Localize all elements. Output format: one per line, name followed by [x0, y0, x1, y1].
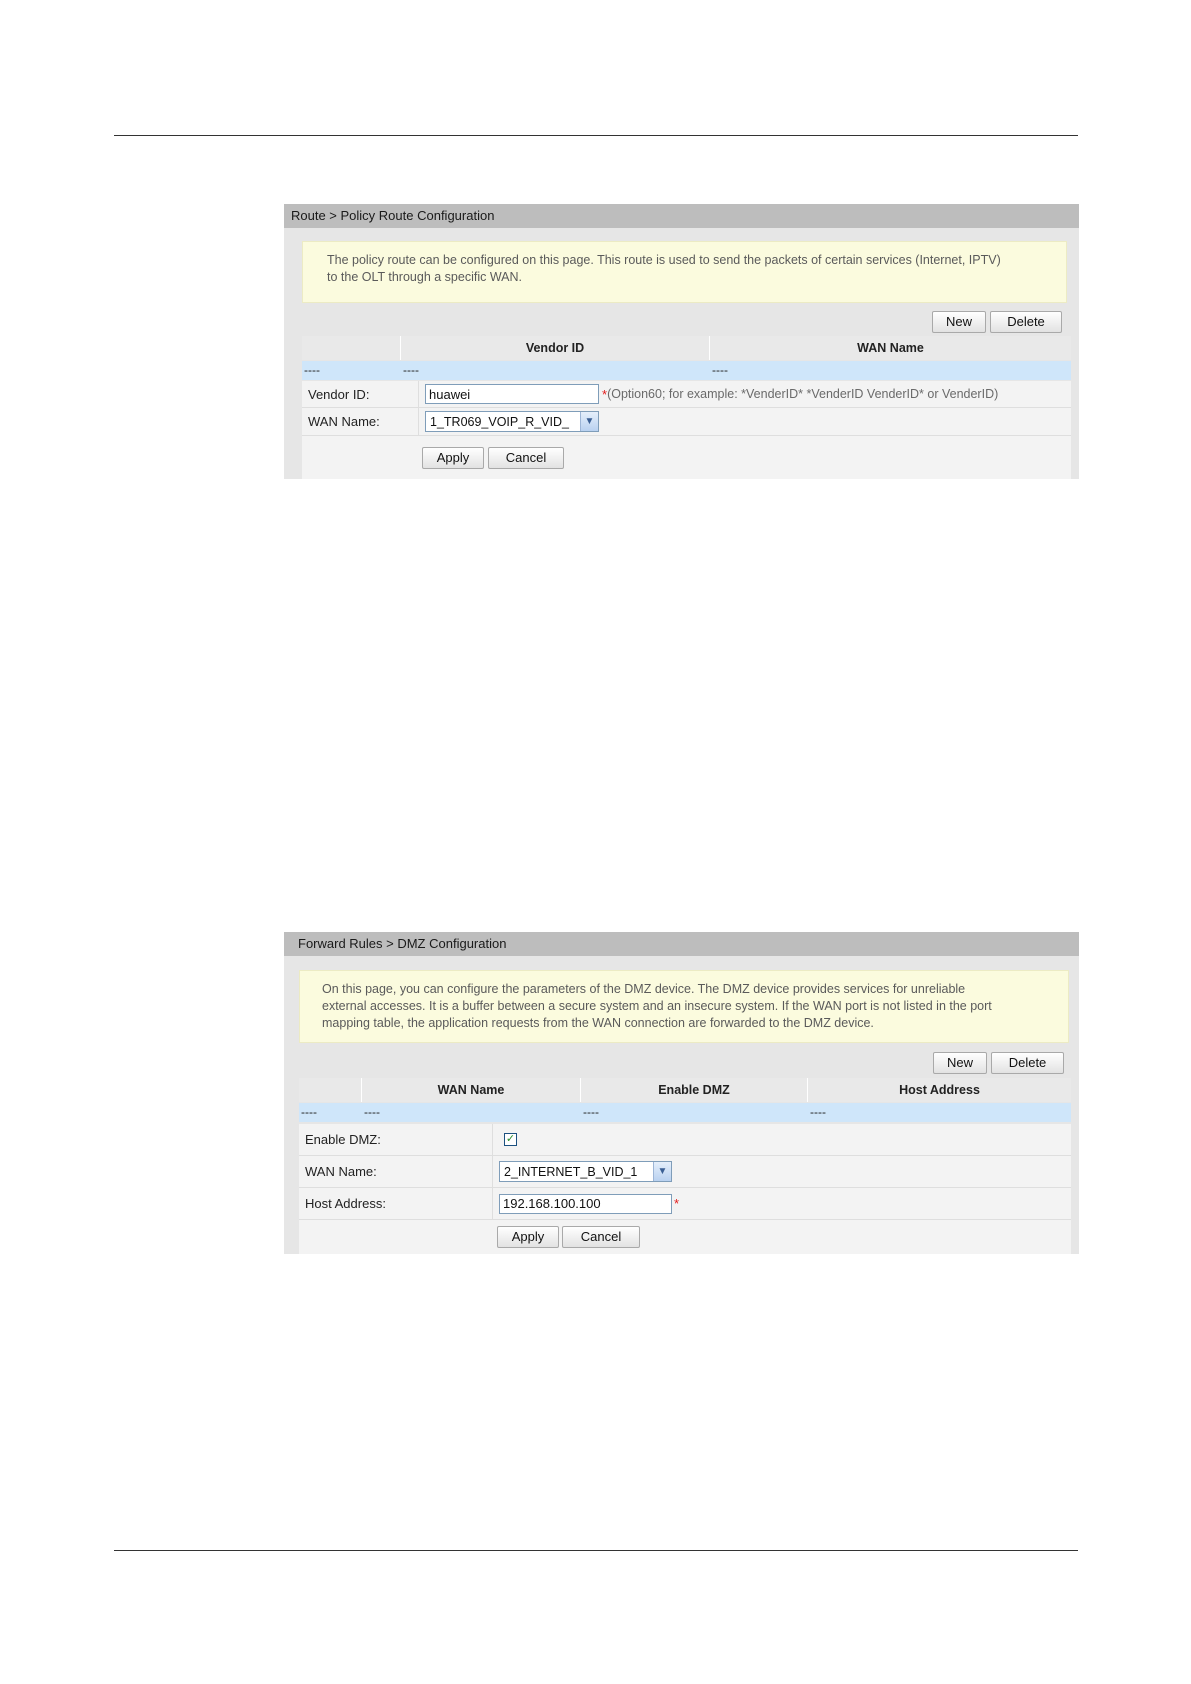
- vendor-id-row: Vendor ID: * (Option60; for example: *Ve…: [302, 381, 1071, 408]
- chevron-down-icon[interactable]: ▼: [580, 412, 598, 431]
- table-cell: ----: [304, 363, 320, 377]
- table-cell: ----: [810, 1105, 826, 1119]
- info-notice: The policy route can be configured on th…: [302, 241, 1067, 303]
- host-address-cell: *: [493, 1188, 1071, 1219]
- wan-name-cell: 1_TR069_VOIP_R_VID_ ▼: [419, 408, 1071, 435]
- table-cell: ----: [301, 1105, 317, 1119]
- wan-name-cell: 2_INTERNET_B_VID_1 ▼: [493, 1156, 1071, 1187]
- host-address-label: Host Address:: [299, 1188, 493, 1219]
- notice-line: On this page, you can configure the para…: [322, 982, 966, 996]
- column-header-wan-name: WAN Name: [857, 341, 924, 355]
- policy-route-panel: Route > Policy Route Configuration The p…: [284, 204, 1079, 479]
- wan-name-label: WAN Name:: [302, 408, 419, 435]
- page-header-rule: [114, 135, 1078, 136]
- required-marker: *: [674, 1196, 680, 1211]
- action-row: Apply Cancel: [302, 436, 1071, 479]
- breadcrumb: Forward Rules > DMZ Configuration: [284, 932, 1079, 956]
- checkmark-icon: ✓: [505, 1133, 516, 1145]
- enable-dmz-checkbox[interactable]: ✓: [504, 1133, 517, 1146]
- cancel-button[interactable]: Cancel: [488, 447, 564, 469]
- dmz-panel: Forward Rules > DMZ Configuration On thi…: [284, 932, 1079, 1254]
- notice-line: to the OLT through a specific WAN.: [327, 270, 522, 284]
- vendor-id-hint: (Option60; for example: *VenderID* *Vend…: [607, 387, 999, 401]
- page-footer-rule: [114, 1550, 1078, 1551]
- table-row[interactable]: ---- ---- ---- ----: [299, 1103, 1071, 1122]
- apply-button[interactable]: Apply: [497, 1226, 559, 1248]
- new-button[interactable]: New: [932, 311, 986, 333]
- enable-dmz-row: Enable DMZ: ✓: [299, 1124, 1071, 1156]
- wan-name-selected: 2_INTERNET_B_VID_1: [504, 1164, 638, 1179]
- apply-button[interactable]: Apply: [422, 447, 484, 469]
- vendor-id-label: Vendor ID:: [302, 381, 419, 407]
- chevron-down-icon[interactable]: ▼: [653, 1162, 671, 1181]
- breadcrumb: Route > Policy Route Configuration: [284, 204, 1079, 228]
- table-cell: ----: [712, 363, 728, 377]
- column-header-host-address: Host Address: [899, 1083, 980, 1097]
- vendor-id-cell: * (Option60; for example: *VenderID* *Ve…: [419, 381, 1071, 407]
- vendor-id-input[interactable]: [425, 384, 599, 404]
- wan-name-selected: 1_TR069_VOIP_R_VID_: [430, 414, 569, 429]
- table-row[interactable]: ---- ---- ----: [302, 361, 1071, 380]
- table-cell: ----: [403, 363, 419, 377]
- table-header: WAN Name Enable DMZ Host Address: [299, 1078, 1071, 1102]
- wan-name-label: WAN Name:: [299, 1156, 493, 1187]
- wan-name-select[interactable]: 1_TR069_VOIP_R_VID_ ▼: [425, 411, 599, 432]
- column-header-wan-name: WAN Name: [362, 1078, 581, 1102]
- delete-button[interactable]: Delete: [990, 311, 1062, 333]
- info-notice: On this page, you can configure the para…: [299, 970, 1069, 1043]
- table-header: Vendor ID WAN Name: [302, 336, 1071, 360]
- notice-line: The policy route can be configured on th…: [327, 253, 1001, 267]
- action-row: Apply Cancel: [299, 1220, 1071, 1254]
- notice-line: external accesses. It is a buffer betwee…: [322, 999, 992, 1013]
- new-button[interactable]: New: [933, 1052, 987, 1074]
- host-address-input[interactable]: [499, 1193, 672, 1214]
- delete-button[interactable]: Delete: [991, 1052, 1064, 1074]
- notice-line: mapping table, the application requests …: [322, 1016, 874, 1030]
- host-address-row: Host Address: *: [299, 1188, 1071, 1220]
- wan-name-row: WAN Name: 2_INTERNET_B_VID_1 ▼: [299, 1156, 1071, 1188]
- table-cell: ----: [364, 1105, 380, 1119]
- column-header-select: [302, 336, 401, 360]
- wan-name-select[interactable]: 2_INTERNET_B_VID_1 ▼: [499, 1161, 672, 1182]
- enable-dmz-label: Enable DMZ:: [299, 1124, 493, 1155]
- table-cell: ----: [583, 1105, 599, 1119]
- column-header-vendor-id: Vendor ID: [401, 336, 710, 360]
- wan-name-row: WAN Name: 1_TR069_VOIP_R_VID_ ▼: [302, 408, 1071, 436]
- column-header-select: [299, 1078, 362, 1102]
- enable-dmz-cell: ✓: [493, 1124, 1071, 1155]
- column-header-enable-dmz: Enable DMZ: [581, 1078, 808, 1102]
- cancel-button[interactable]: Cancel: [562, 1226, 640, 1248]
